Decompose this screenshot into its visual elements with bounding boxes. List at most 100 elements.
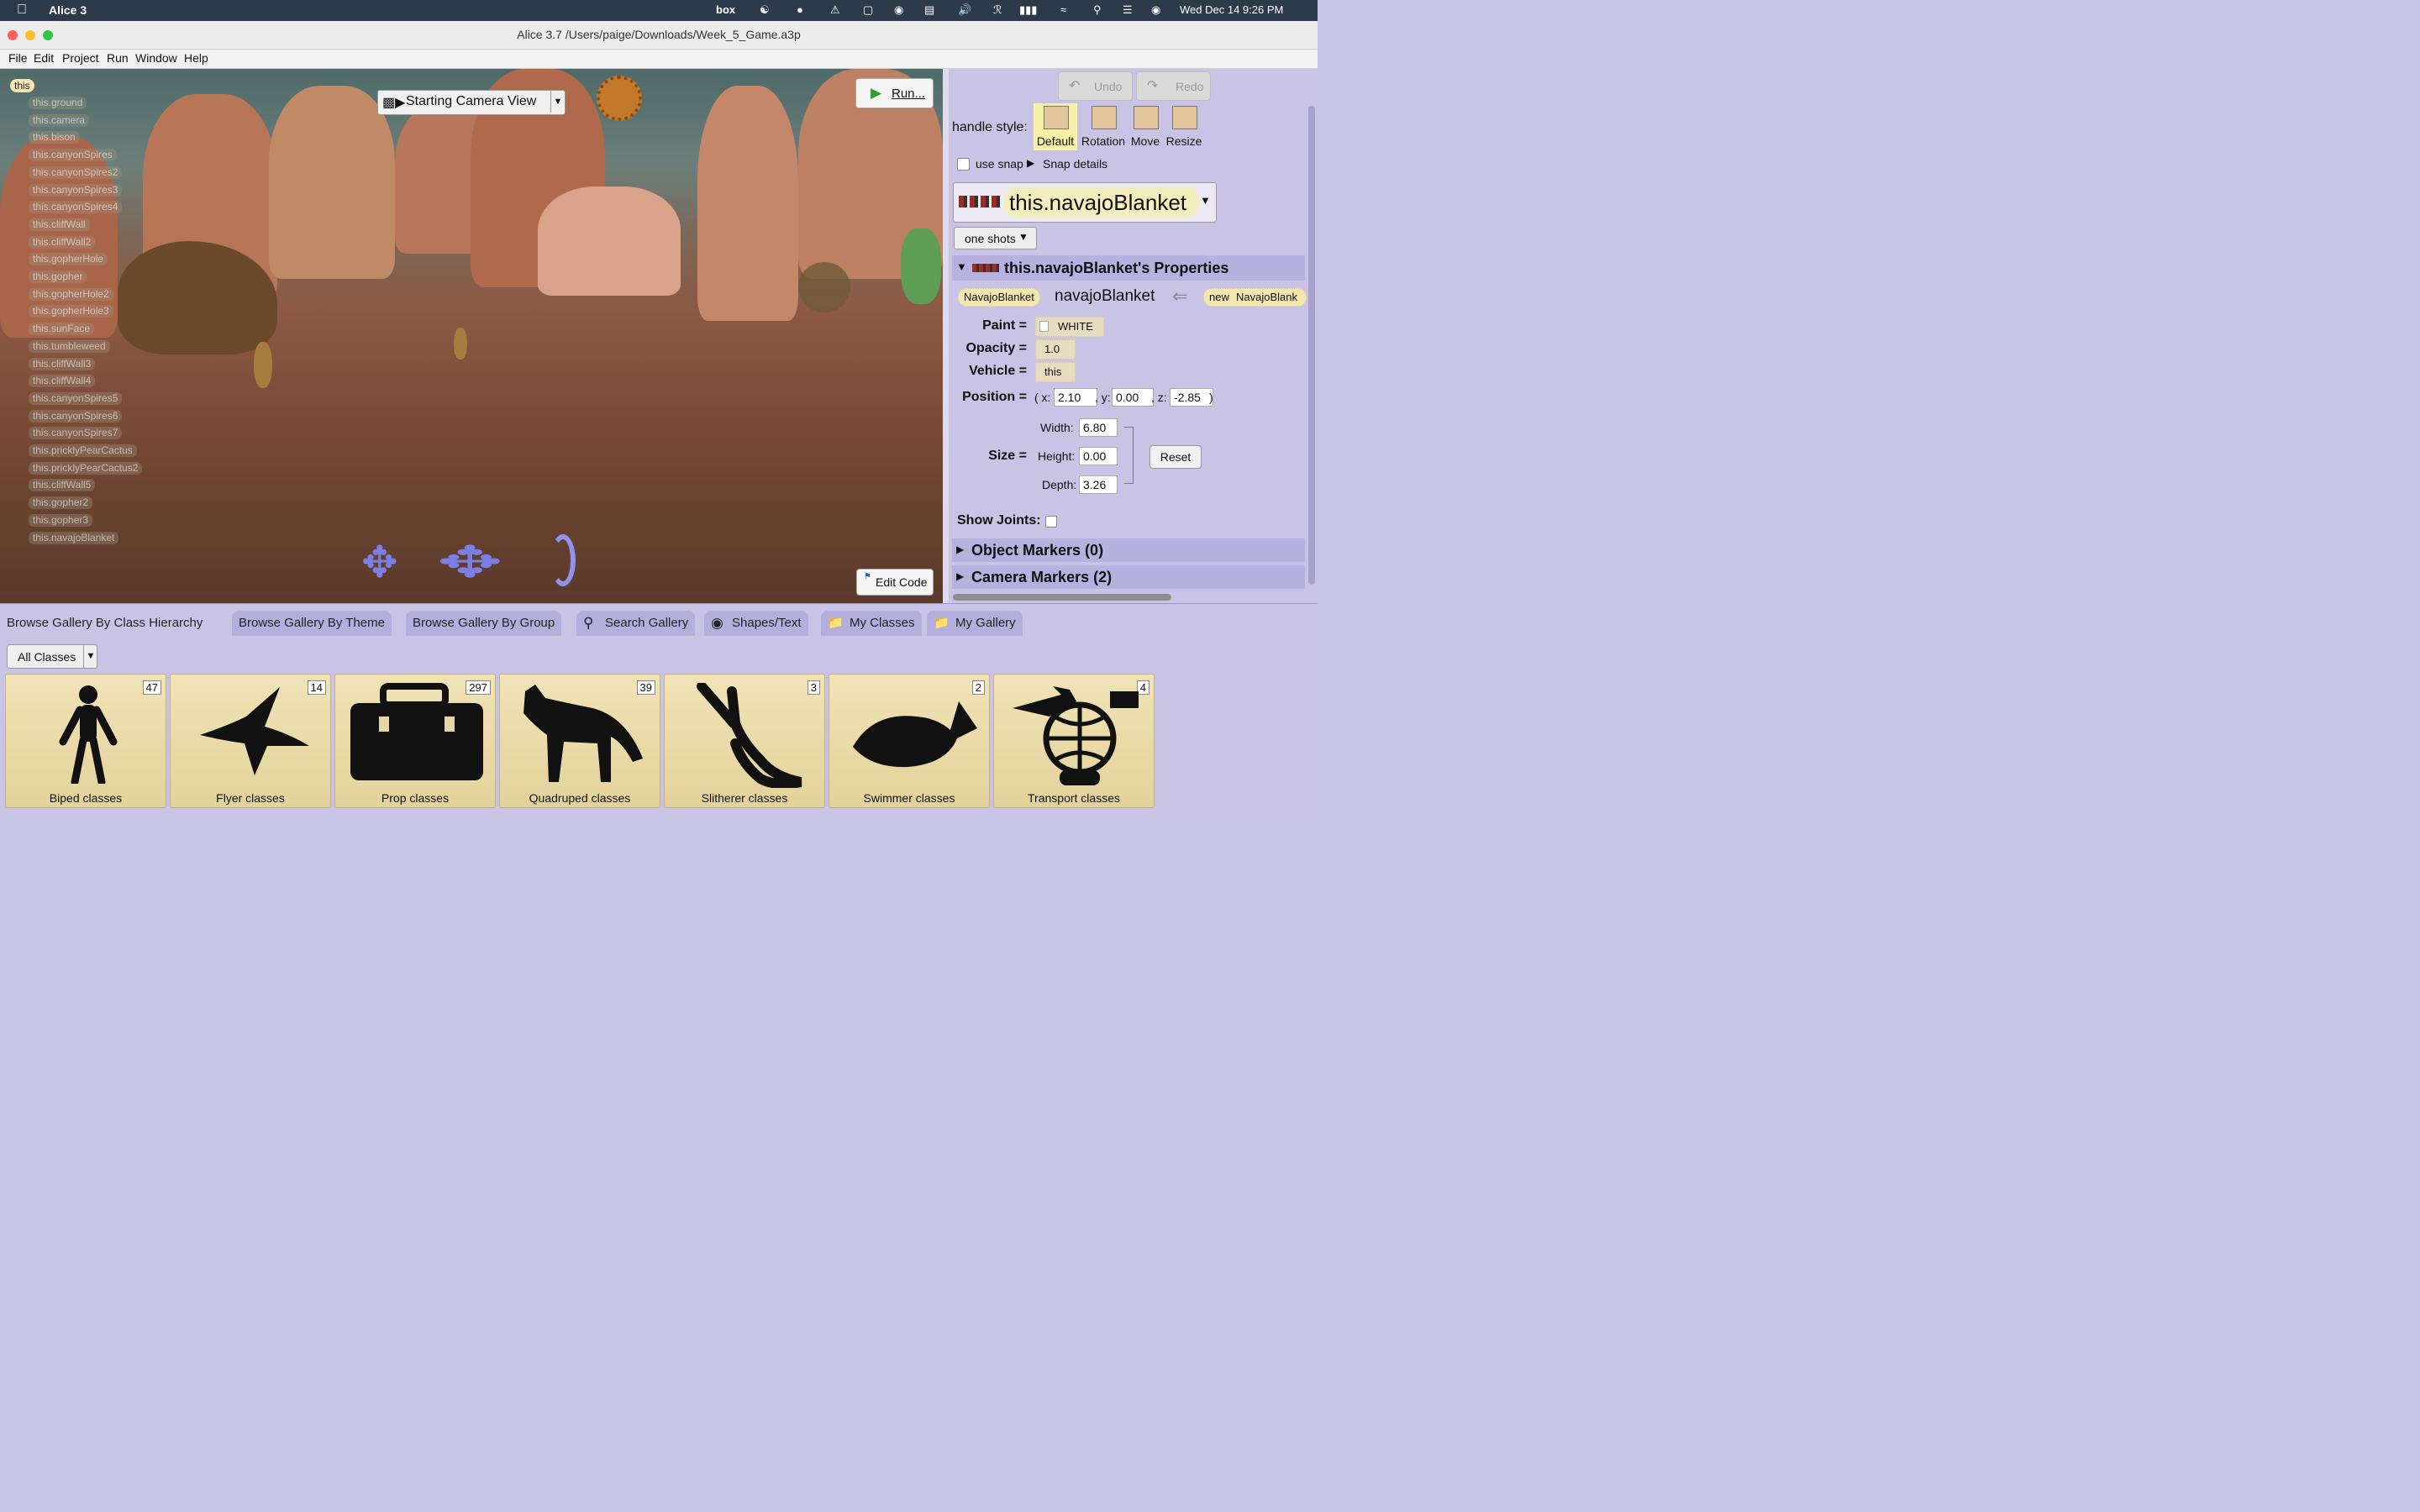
type-tag[interactable]: NavajoBlanket [958,288,1040,307]
airdrop-icon[interactable]: ◉ [894,3,903,17]
tab-class-hierarchy[interactable]: Browse Gallery By Class Hierarchy [0,611,210,636]
chevron-down-icon[interactable]: ▼ [1200,194,1211,207]
snap-details-label[interactable]: Snap details [1043,157,1107,171]
scene-object-item[interactable]: this.cliffWall3 [29,357,96,370]
gallery-card-flyer[interactable]: 14 Flyer classes [170,674,331,808]
scene-object-item[interactable]: this.ground [29,97,87,109]
scene-object-item[interactable]: this.canyonSpires2 [29,165,123,179]
scene-object-item[interactable]: this.navajoBlanket [29,531,119,544]
clock[interactable]: Wed Dec 14 9:26 PM [1180,3,1283,16]
selected-object-dropdown[interactable]: this.navajoBlanket ▼ [953,182,1217,223]
scene-object-item[interactable]: this.gopherHole3 [29,305,113,318]
scene-object-item[interactable]: this.cliffWall [29,218,90,231]
battery-icon[interactable]: ▮▮▮ [1019,3,1037,17]
class-filter-dropdown[interactable]: All Classes ▼ [7,644,97,669]
scene-object-item[interactable]: this.gopher [29,270,87,283]
tab-my-gallery[interactable]: 📁 My Gallery [927,611,1023,636]
scene-object-item[interactable]: this.cliffWall5 [29,479,96,492]
apple-icon[interactable]:  [17,3,27,18]
scene-object-item[interactable]: this.gopherHole2 [29,287,113,301]
scene-object-item[interactable]: this.cliffWall4 [29,375,96,388]
alert-icon[interactable]: ⚠ [830,3,840,17]
control-center-icon[interactable]: ☰ [1123,3,1133,17]
undo-button[interactable]: ↶ Undo [1058,71,1133,101]
disclosure-triangle-icon[interactable]: ▶ [1027,157,1034,169]
bluetooth-icon[interactable]: ℛ [993,3,1002,17]
menu-help[interactable]: Help [184,51,208,65]
vertical-scrollbar[interactable] [1308,106,1315,585]
display-icon[interactable]: ▤ [924,3,934,17]
width-field[interactable]: 6.80 [1079,418,1118,437]
camera-view-dropdown[interactable]: ▩▶ Starting Camera View ▼ [377,90,566,115]
gopher-object[interactable] [254,342,272,388]
camera-markers-header[interactable]: ▶ Camera Markers (2) [952,565,1305,589]
sun-face-object[interactable] [597,76,642,121]
expand-triangle-icon[interactable]: ▶ [956,543,964,555]
horizontal-scrollbar[interactable] [953,594,1171,601]
scene-object-item[interactable]: this.cliffWall2 [29,235,96,249]
reset-button[interactable]: Reset [1150,445,1202,469]
move-depth-handle-icon[interactable]: ✥ [437,538,502,588]
gallery-card-quadruped[interactable]: 39 Quadruped classes [499,674,660,808]
splitter[interactable] [943,69,949,603]
show-joints-checkbox[interactable] [1045,516,1057,528]
gallery-card-slitherer[interactable]: 3 Slitherer classes [664,674,825,808]
screen-mirror-icon[interactable]: ▢ [863,3,873,17]
scene-viewport[interactable] [0,69,943,603]
run-button[interactable]: ▶ Run... [855,78,934,108]
link-chain-icon[interactable] [1124,427,1134,484]
menu-project[interactable]: Project [62,51,99,65]
scene-object-item[interactable]: this.canyonSpires3 [29,183,123,197]
handle-style-resize[interactable]: Resize [1165,103,1203,150]
menu-window[interactable]: Window [135,51,177,65]
position-z-field[interactable]: -2.85 [1170,388,1213,407]
gallery-card-swimmer[interactable]: 2 Swimmer classes [829,674,990,808]
scene-object-item[interactable]: this.canyonSpires4 [29,201,123,214]
scene-object-item[interactable]: this.gopher2 [29,496,93,510]
siri-icon[interactable]: ◉ [1151,3,1160,17]
wifi-icon[interactable]: ≈ [1060,3,1066,16]
move-handle-icon[interactable]: ✥ [361,538,398,588]
tab-shapes-text[interactable]: ◉ Shapes/Text [704,611,808,636]
tab-my-classes[interactable]: 📁 My Classes [821,611,922,636]
position-y-field[interactable]: 0.00 [1112,388,1154,407]
gopher2-object[interactable] [454,328,467,360]
scene-object-item[interactable]: this.canyonSpires [29,149,117,162]
scene-object-item[interactable]: this.camera [29,113,90,127]
menu-file[interactable]: File [8,51,28,65]
height-field[interactable]: 0.00 [1079,447,1118,465]
edit-code-button[interactable]: ⚑ Edit Code [856,569,934,596]
cactus-object[interactable] [901,228,941,304]
scene-object-item[interactable]: this.gopherHole [29,253,108,266]
one-shots-dropdown[interactable]: one shots ▼ [954,227,1037,249]
expand-triangle-icon[interactable]: ▶ [956,570,964,582]
tab-by-theme[interactable]: Browse Gallery By Theme [232,611,392,636]
chevron-down-icon[interactable]: ▼ [550,91,565,113]
scene-object-item[interactable]: this.gopher3 [29,513,93,527]
handle-style-move[interactable]: Move [1128,103,1162,150]
menu-run[interactable]: Run [107,51,129,65]
scene-object-item[interactable]: this.sunFace [29,323,95,336]
handle-style-default[interactable]: Default [1034,103,1077,150]
scene-object-item[interactable]: this.pricklyPearCactus2 [29,461,143,475]
object-markers-header[interactable]: ▶ Object Markers (0) [952,538,1305,562]
scene-object-item[interactable]: this.bison [29,131,80,144]
tab-search-gallery[interactable]: ⚲ Search Gallery [576,611,696,636]
tab-by-group[interactable]: Browse Gallery By Group [406,611,562,636]
scene-object-item[interactable]: this.pricklyPearCactus [29,444,137,457]
vehicle-value[interactable]: this [1035,362,1076,382]
scene-object-item[interactable]: this.canyonSpires7 [29,427,123,440]
new-instance-tile[interactable]: new NavajoBlank [1203,288,1307,307]
depth-field[interactable]: 3.26 [1079,475,1118,494]
shazam-icon[interactable]: ● [797,3,803,16]
scene-root-this[interactable]: this [10,79,34,92]
scene-object-item[interactable]: this.canyonSpires6 [29,409,123,423]
spotlight-icon[interactable]: ⚲ [1093,3,1102,17]
opacity-value[interactable]: 1.0 [1035,339,1076,360]
gallery-card-transport[interactable]: 4 Transport classes [993,674,1155,808]
scene-object-item[interactable]: this.canyonSpires5 [29,391,123,405]
properties-header[interactable]: ▼ this.navajoBlanket's Properties [952,255,1305,281]
box-icon[interactable]: box [716,3,735,16]
handle-style-rotation[interactable]: Rotation [1080,103,1127,150]
menu-edit[interactable]: Edit [34,51,54,65]
